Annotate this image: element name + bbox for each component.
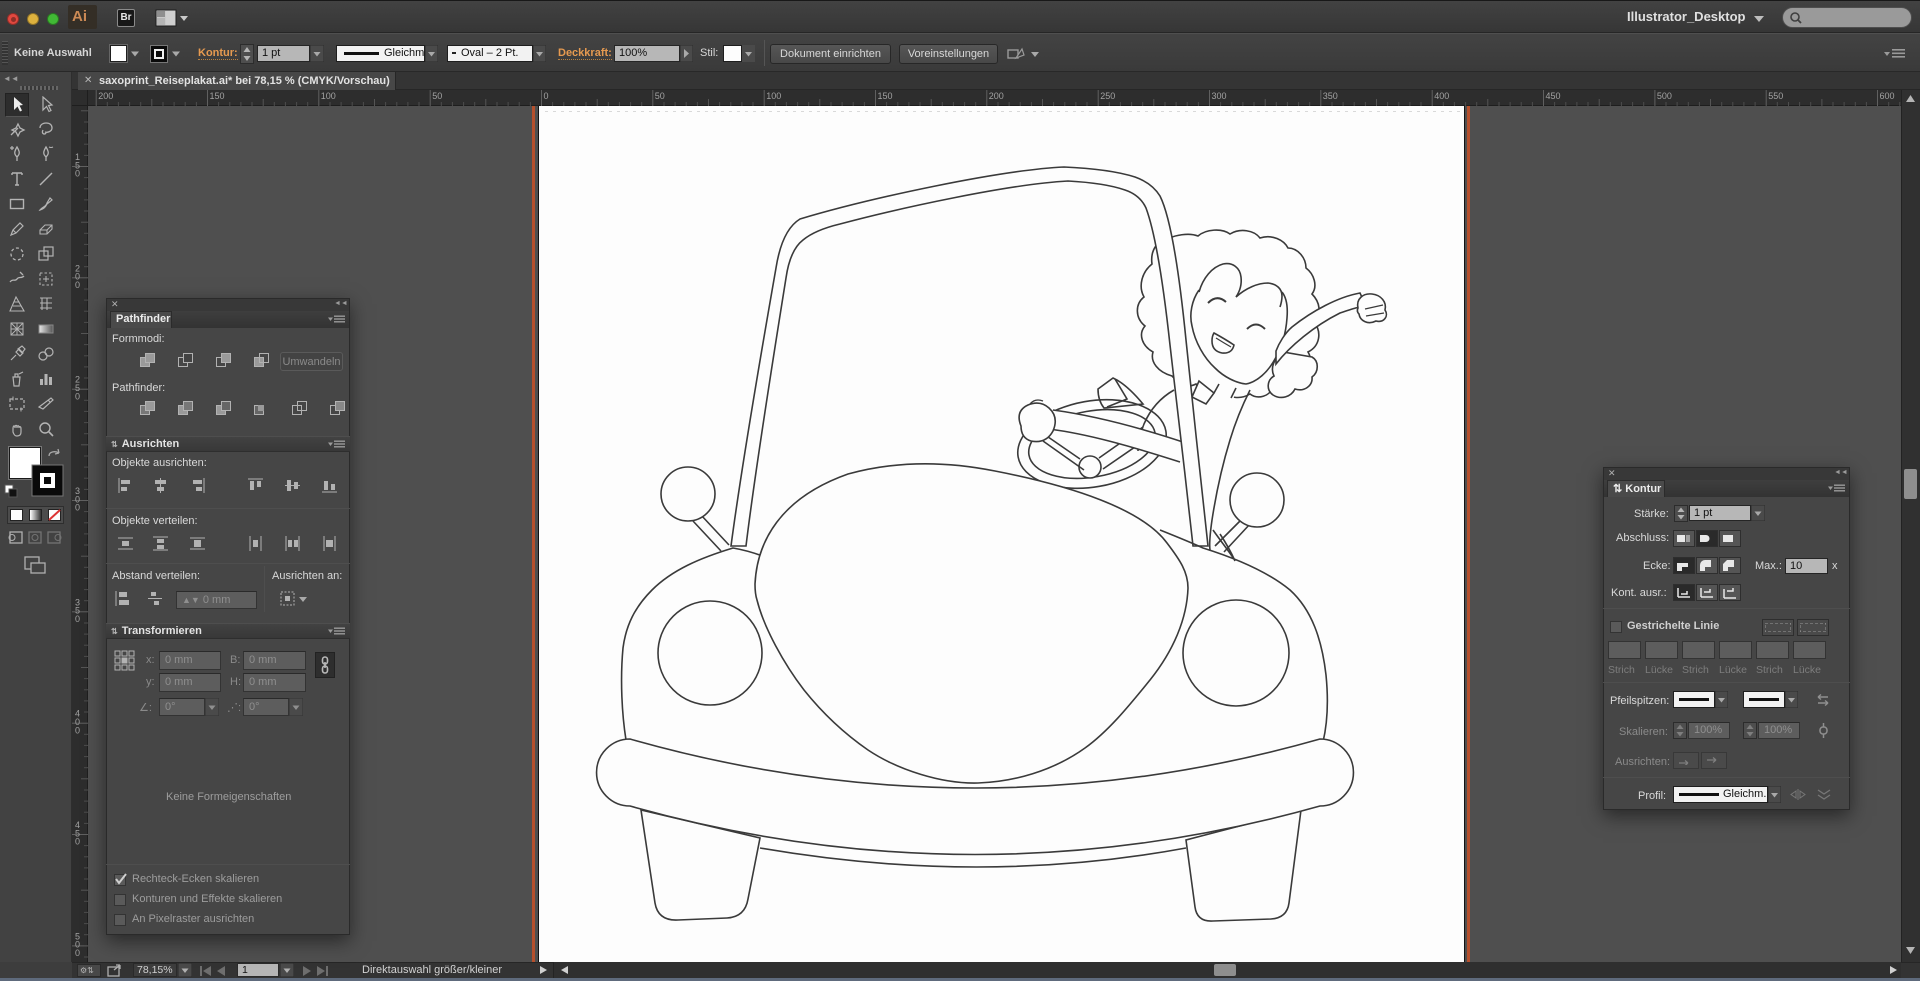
svg-text:0: 0: [75, 725, 80, 735]
svg-text:0: 0: [75, 391, 80, 401]
svg-text:0: 0: [75, 503, 80, 513]
svg-text:600: 600: [1880, 91, 1895, 101]
svg-text:0: 0: [75, 948, 80, 958]
svg-text:100: 100: [766, 91, 781, 101]
svg-text:300: 300: [1212, 91, 1227, 101]
svg-text:150: 150: [210, 91, 225, 101]
svg-text:500: 500: [1657, 91, 1672, 101]
svg-text:0: 0: [75, 280, 80, 290]
svg-text:0: 0: [75, 837, 80, 847]
svg-text:350: 350: [1323, 91, 1338, 101]
svg-text:550: 550: [1768, 91, 1783, 101]
svg-text:100: 100: [321, 91, 336, 101]
svg-text:250: 250: [1100, 91, 1115, 101]
svg-text:0: 0: [75, 169, 80, 179]
svg-text:200: 200: [989, 91, 1004, 101]
svg-text:150: 150: [878, 91, 893, 101]
svg-text:450: 450: [1546, 91, 1561, 101]
svg-text:50: 50: [432, 91, 442, 101]
svg-text:200: 200: [98, 91, 113, 101]
svg-text:400: 400: [1434, 91, 1449, 101]
svg-text:50: 50: [655, 91, 665, 101]
svg-text:0: 0: [544, 91, 549, 101]
svg-text:0: 0: [75, 614, 80, 624]
